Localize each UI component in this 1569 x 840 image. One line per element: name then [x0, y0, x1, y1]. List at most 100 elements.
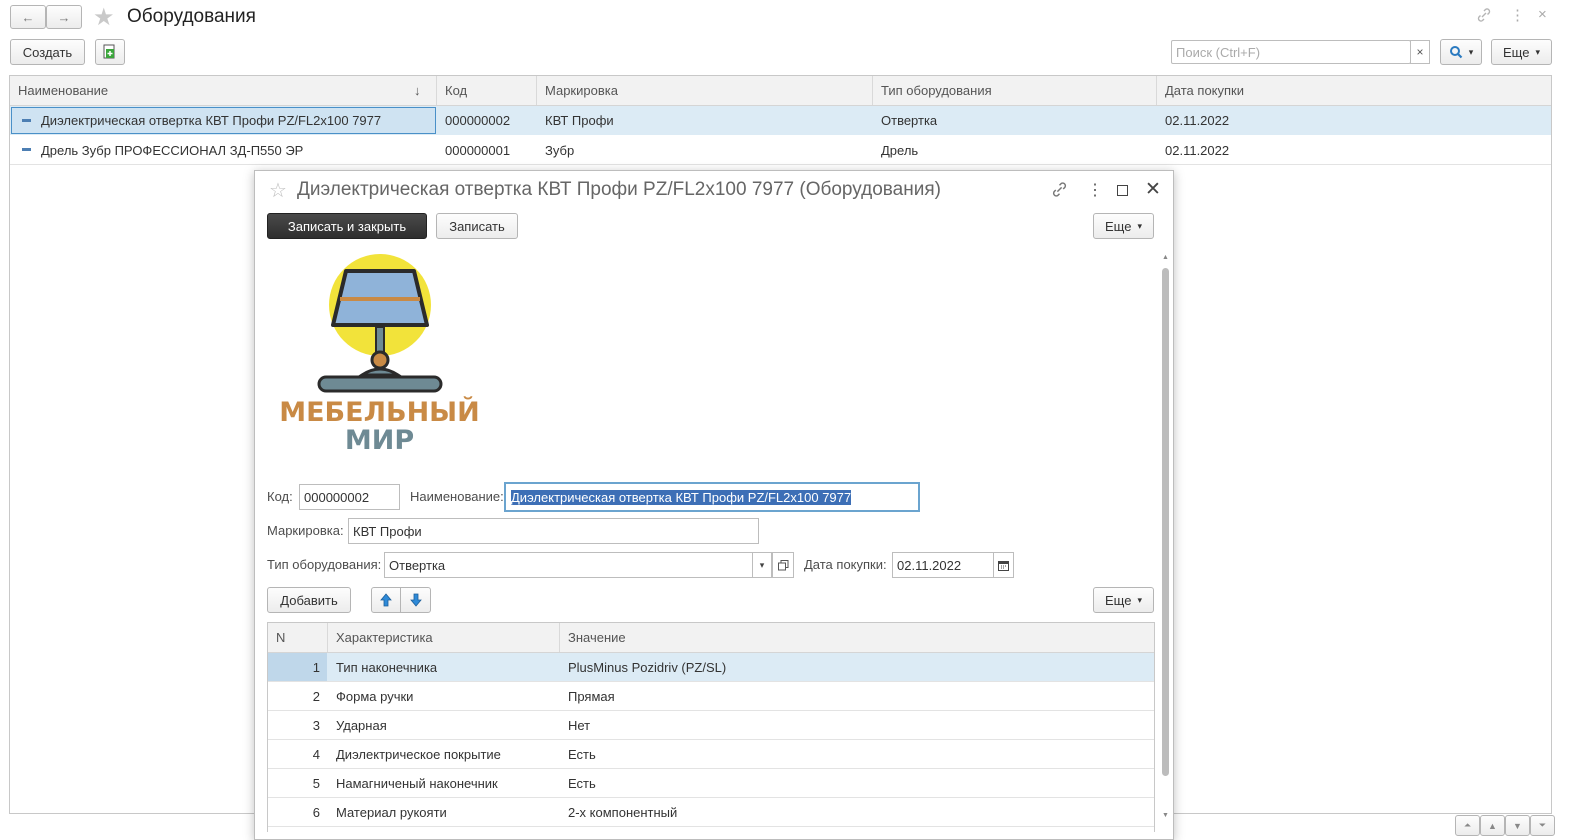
- more-button[interactable]: Еще ▾: [1491, 39, 1552, 65]
- row-number: 6: [312, 804, 320, 820]
- maximize-icon[interactable]: [1117, 185, 1128, 196]
- column-divider: [559, 623, 560, 652]
- date-field[interactable]: 02.11.2022: [892, 552, 994, 578]
- arrow-up-icon: [380, 593, 392, 607]
- more-vertical-icon[interactable]: ⋮: [1510, 6, 1525, 24]
- back-button[interactable]: ←: [10, 5, 46, 29]
- row-divider: [268, 826, 1154, 827]
- dialog-scrollbar-thumb[interactable]: [1162, 268, 1169, 776]
- item-marker-icon: [22, 148, 31, 151]
- down-icon: ▼: [1513, 820, 1522, 831]
- row-type: Дрель: [881, 142, 919, 158]
- column-header-code[interactable]: Код: [445, 76, 467, 105]
- sort-arrow-icon[interactable]: ↓: [414, 76, 421, 105]
- row-number: 4: [312, 746, 320, 762]
- list-header: [10, 76, 1551, 106]
- save-and-close-button[interactable]: Записать и закрыть: [267, 213, 427, 239]
- close-icon[interactable]: ×: [1538, 6, 1547, 23]
- scroll-up-button[interactable]: ▲: [1480, 815, 1505, 836]
- save-button[interactable]: Записать: [436, 213, 518, 239]
- logo-line-2: МИР: [344, 425, 415, 456]
- add-row-button[interactable]: Добавить: [267, 587, 351, 613]
- chevron-down-icon: ▾: [1137, 594, 1142, 605]
- code-label: Код:: [267, 489, 293, 504]
- name-field-selected-text: Диэлектрическая отвертка КВТ Профи PZ/FL…: [511, 489, 852, 505]
- dialog-more-vertical-icon[interactable]: ⋮: [1087, 180, 1103, 200]
- type-open-button[interactable]: [772, 552, 794, 578]
- row-marking: Зубр: [545, 142, 575, 158]
- row-characteristic: Материал рукояти: [336, 804, 447, 820]
- chevron-down-icon: ▾: [1137, 220, 1142, 231]
- code-field[interactable]: 000000002: [299, 484, 400, 510]
- page-title: Оборудования: [127, 6, 256, 27]
- row-value: Есть: [568, 775, 596, 791]
- search-icon: [1449, 46, 1463, 59]
- scrollbar-down-arrow-icon[interactable]: ▼: [1162, 812, 1169, 819]
- row-date: 02.11.2022: [1165, 113, 1230, 128]
- lamp-logo-icon: [317, 254, 443, 393]
- up-icon: ▲: [1488, 820, 1497, 831]
- scroll-first-button[interactable]: ⏶: [1455, 815, 1480, 836]
- link-icon[interactable]: [1476, 7, 1492, 26]
- type-dropdown-button[interactable]: ▾: [752, 552, 772, 578]
- column-header-marking[interactable]: Маркировка: [545, 76, 618, 105]
- calendar-button[interactable]: [993, 552, 1014, 578]
- forward-button[interactable]: →: [46, 5, 82, 29]
- row-value: Нет: [568, 717, 591, 733]
- row-characteristic: Намагниченый наконечник: [336, 775, 498, 791]
- row-characteristic: Тип наконечника: [336, 659, 438, 675]
- row-type: Отвертка: [881, 113, 938, 128]
- open-item-icon: [777, 559, 788, 570]
- row-name: Диэлектрическая отвертка КВТ Профи PZ/FL…: [41, 113, 382, 128]
- favorite-star-icon[interactable]: ★: [93, 3, 115, 32]
- copy-button[interactable]: [95, 39, 125, 65]
- table-more-button[interactable]: Еще ▾: [1093, 587, 1154, 613]
- dialog-more-button[interactable]: Еще ▾: [1093, 213, 1154, 239]
- move-down-button[interactable]: [400, 587, 431, 613]
- scrollbar-up-arrow-icon[interactable]: ▲: [1162, 254, 1169, 261]
- search-input[interactable]: Поиск (Ctrl+F): [1171, 40, 1411, 64]
- clear-icon: ×: [1416, 45, 1424, 59]
- row-value: Есть: [568, 746, 596, 762]
- marking-label: Маркировка:: [267, 523, 344, 538]
- date-label: Дата покупки:: [804, 557, 887, 572]
- scroll-last-button[interactable]: ⏷: [1530, 815, 1555, 836]
- row-marking: КВТ Профи: [545, 113, 614, 128]
- row-characteristic: Ударная: [336, 717, 387, 733]
- chevron-down-icon: ▾: [1468, 46, 1474, 57]
- column-header-type[interactable]: Тип оборудования: [881, 76, 992, 105]
- chevron-down-icon: ▾: [1535, 46, 1540, 57]
- column-header-date[interactable]: Дата покупки: [1165, 76, 1244, 105]
- row-value: 2-х компонентный: [568, 804, 678, 820]
- dialog-link-icon[interactable]: [1051, 181, 1068, 201]
- row-code: 000000002: [445, 113, 511, 128]
- row-value: PlusMinus Pozidriv (PZ/SL): [568, 659, 727, 675]
- name-field[interactable]: Диэлектрическая отвертка КВТ Профи PZ/FL…: [504, 482, 920, 512]
- type-label: Тип оборудования:: [267, 557, 382, 572]
- column-header-value[interactable]: Значение: [568, 623, 626, 652]
- item-marker-icon: [22, 119, 31, 122]
- last-page-icon: ⏷: [1538, 820, 1547, 830]
- dialog-favorite-star-icon[interactable]: ☆: [269, 178, 287, 203]
- move-up-button[interactable]: [371, 587, 401, 613]
- add-copy-icon: [103, 44, 115, 59]
- column-divider: [872, 76, 873, 105]
- dialog-close-icon[interactable]: ✕: [1145, 178, 1161, 201]
- marking-field[interactable]: КВТ Профи: [348, 518, 759, 544]
- column-header-n[interactable]: N: [276, 623, 285, 652]
- type-field[interactable]: Отвертка: [384, 552, 753, 578]
- column-header-characteristic[interactable]: Характеристика: [336, 623, 433, 652]
- create-button[interactable]: Создать: [10, 39, 85, 65]
- search-placeholder: Поиск (Ctrl+F): [1176, 44, 1261, 60]
- row-number: 3: [312, 717, 320, 733]
- arrow-down-icon: [409, 593, 422, 607]
- dialog-title: Диэлектрическая отвертка КВТ Профи PZ/FL…: [297, 179, 941, 200]
- chevron-down-icon: ▾: [759, 559, 765, 570]
- search-clear-button[interactable]: ×: [1410, 40, 1430, 64]
- arrow-left-icon: ←: [21, 9, 35, 25]
- row-divider: [10, 164, 1551, 165]
- scroll-down-button[interactable]: ▼: [1505, 815, 1530, 836]
- search-button[interactable]: ▾: [1440, 39, 1482, 65]
- column-header-name[interactable]: Наименование: [18, 76, 108, 105]
- logo-line-1: МЕБЕЛЬНЫЙ: [279, 397, 480, 428]
